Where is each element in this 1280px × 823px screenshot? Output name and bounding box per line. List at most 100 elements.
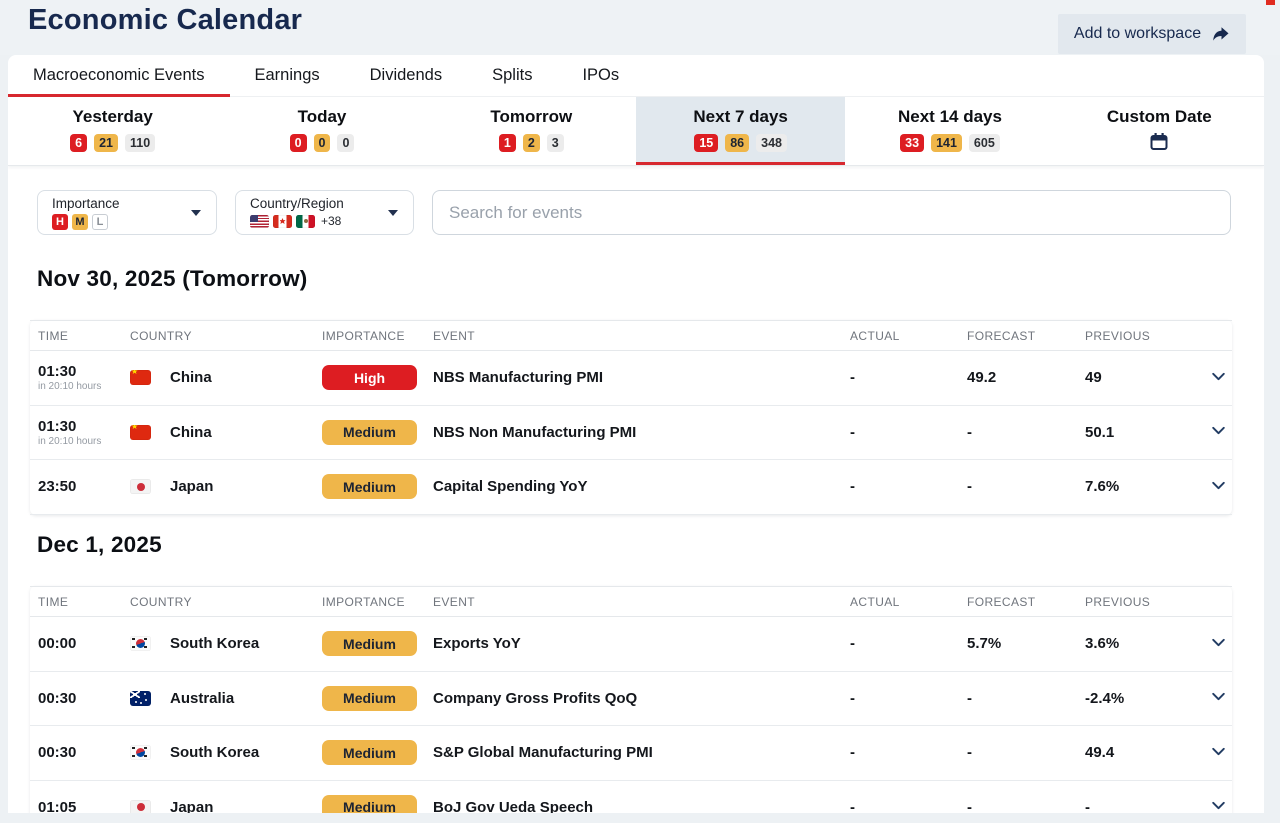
- previous-value: 3.6%: [1085, 635, 1205, 652]
- date-range-tab[interactable]: Custom Date: [1055, 97, 1264, 165]
- expand-row-button[interactable]: [1208, 741, 1229, 765]
- low-count-badge: 3: [547, 134, 564, 152]
- importance-cell: High: [322, 365, 433, 390]
- expand-row-button[interactable]: [1208, 632, 1229, 656]
- event-row[interactable]: 23:50 Japan Medium Capital Spending YoY …: [30, 460, 1232, 515]
- event-countdown: in 20:10 hours: [38, 381, 130, 392]
- country-flags: +38: [250, 214, 399, 228]
- high-count-badge: 33: [900, 134, 924, 152]
- expand-row-button[interactable]: [1208, 475, 1229, 499]
- chevron-down-icon: [1210, 422, 1227, 439]
- time-cell: 23:50: [38, 478, 130, 495]
- section-heading-nov30: Nov 30, 2025 (Tomorrow): [37, 266, 308, 292]
- section-heading-dec1: Dec 1, 2025: [37, 532, 162, 558]
- importance-cell: Medium: [322, 686, 433, 711]
- chevron-down-icon: [1210, 797, 1227, 813]
- country-cell: Japan: [130, 478, 322, 495]
- column-header: ACTUAL: [850, 329, 967, 343]
- column-header: PREVIOUS: [1085, 329, 1205, 343]
- date-range-tab[interactable]: Yesterday 6 21 110: [8, 97, 217, 165]
- date-range-tab[interactable]: Today 0 0 0: [217, 97, 426, 165]
- category-tab[interactable]: Earnings: [230, 55, 345, 97]
- chevron-down-icon: [1210, 634, 1227, 651]
- category-tab-label: IPOs: [582, 66, 619, 84]
- country-name: Japan: [170, 799, 213, 813]
- date-range-tab-label: Yesterday: [72, 107, 152, 127]
- event-row[interactable]: 01:05 Japan Medium BoJ Gov Ueda Speech -…: [30, 781, 1232, 814]
- importance-cell: Medium: [322, 795, 433, 813]
- event-row[interactable]: 00:00 South Korea Medium Exports YoY - 5…: [30, 617, 1232, 672]
- column-header: FORECAST: [967, 329, 1085, 343]
- event-time: 00:30: [38, 744, 130, 761]
- category-tab-label: Macroeconomic Events: [33, 66, 205, 84]
- date-range-tab[interactable]: Tomorrow 1 2 3: [427, 97, 636, 165]
- search-input[interactable]: [432, 190, 1231, 235]
- high-count-badge: 6: [70, 134, 87, 152]
- event-row[interactable]: 01:30 in 20:10 hours China Medium NBS No…: [30, 406, 1232, 461]
- high-count-badge: 1: [499, 134, 516, 152]
- expand-row-button[interactable]: [1208, 420, 1229, 444]
- chevron-down-icon: [1210, 368, 1227, 385]
- country-filter-dropdown[interactable]: Country/Region +38: [235, 190, 414, 235]
- chevron-down-icon: [1210, 688, 1227, 705]
- previous-value: 49.4: [1085, 744, 1205, 761]
- table-header-row: TIMECOUNTRYIMPORTANCEEVENTACTUALFORECAST…: [30, 320, 1232, 351]
- category-tab[interactable]: Macroeconomic Events: [8, 55, 230, 97]
- chevron-down-icon: [388, 210, 398, 216]
- ca-flag-icon: [273, 215, 292, 228]
- event-row[interactable]: 00:30 Australia Medium Company Gross Pro…: [30, 672, 1232, 727]
- category-tab[interactable]: IPOs: [557, 55, 644, 97]
- country-flag-icon: [130, 425, 151, 440]
- add-to-workspace-button[interactable]: Add to workspace: [1058, 14, 1246, 54]
- importance-badge: Medium: [322, 474, 417, 499]
- category-tab-label: Earnings: [255, 66, 320, 84]
- actual-value: -: [850, 369, 967, 386]
- event-count-badges: 1 2 3: [499, 134, 564, 152]
- date-range-tab[interactable]: Next 7 days 15 86 348: [636, 97, 845, 165]
- event-time: 01:05: [38, 799, 130, 813]
- country-name: South Korea: [170, 744, 259, 761]
- medium-count-badge: 0: [314, 134, 331, 152]
- country-name: China: [170, 369, 212, 386]
- importance-badge: Medium: [322, 740, 417, 765]
- high-count-badge: 15: [694, 134, 718, 152]
- time-cell: 01:30 in 20:10 hours: [38, 363, 130, 392]
- importance-m-badge: M: [72, 214, 88, 230]
- event-row[interactable]: 00:30 South Korea Medium S&P Global Manu…: [30, 726, 1232, 781]
- column-header: IMPORTANCE: [322, 595, 433, 609]
- chevron-down-icon: [1210, 477, 1227, 494]
- category-tab[interactable]: Splits: [467, 55, 557, 97]
- medium-count-badge: 141: [931, 134, 962, 152]
- column-header: TIME: [38, 329, 130, 343]
- category-tab[interactable]: Dividends: [345, 55, 467, 97]
- top-bar: Economic Calendar Add to workspace: [0, 0, 1280, 55]
- importance-filter-dropdown[interactable]: Importance HML: [37, 190, 217, 235]
- date-range-tab-label: Tomorrow: [490, 107, 572, 127]
- event-name: NBS Manufacturing PMI: [433, 369, 850, 386]
- column-header: FORECAST: [967, 595, 1085, 609]
- share-arrow-icon: [1210, 26, 1230, 43]
- date-range-tab-label: Next 7 days: [693, 107, 788, 127]
- time-cell: 00:30: [38, 690, 130, 707]
- date-range-tab-label: Next 14 days: [898, 107, 1002, 127]
- medium-count-badge: 86: [725, 134, 749, 152]
- event-time: 01:30: [38, 363, 130, 380]
- expand-row-button[interactable]: [1208, 686, 1229, 710]
- column-header: COUNTRY: [130, 595, 322, 609]
- expand-row-button[interactable]: [1208, 795, 1229, 813]
- event-time: 01:30: [38, 418, 130, 435]
- date-range-tab[interactable]: Next 14 days 33 141 605: [845, 97, 1054, 165]
- importance-cell: Medium: [322, 474, 433, 499]
- event-name: S&P Global Manufacturing PMI: [433, 744, 850, 761]
- medium-count-badge: 21: [94, 134, 118, 152]
- low-count-badge: 348: [756, 134, 787, 152]
- country-name: Australia: [170, 690, 234, 707]
- importance-badge: High: [322, 365, 417, 390]
- country-cell: China: [130, 424, 322, 441]
- previous-value: -2.4%: [1085, 690, 1205, 707]
- expand-row-button[interactable]: [1208, 366, 1229, 390]
- event-time: 00:30: [38, 690, 130, 707]
- event-row[interactable]: 01:30 in 20:10 hours China High NBS Manu…: [30, 351, 1232, 406]
- forecast-value: 49.2: [967, 369, 1085, 386]
- previous-value: 7.6%: [1085, 478, 1205, 495]
